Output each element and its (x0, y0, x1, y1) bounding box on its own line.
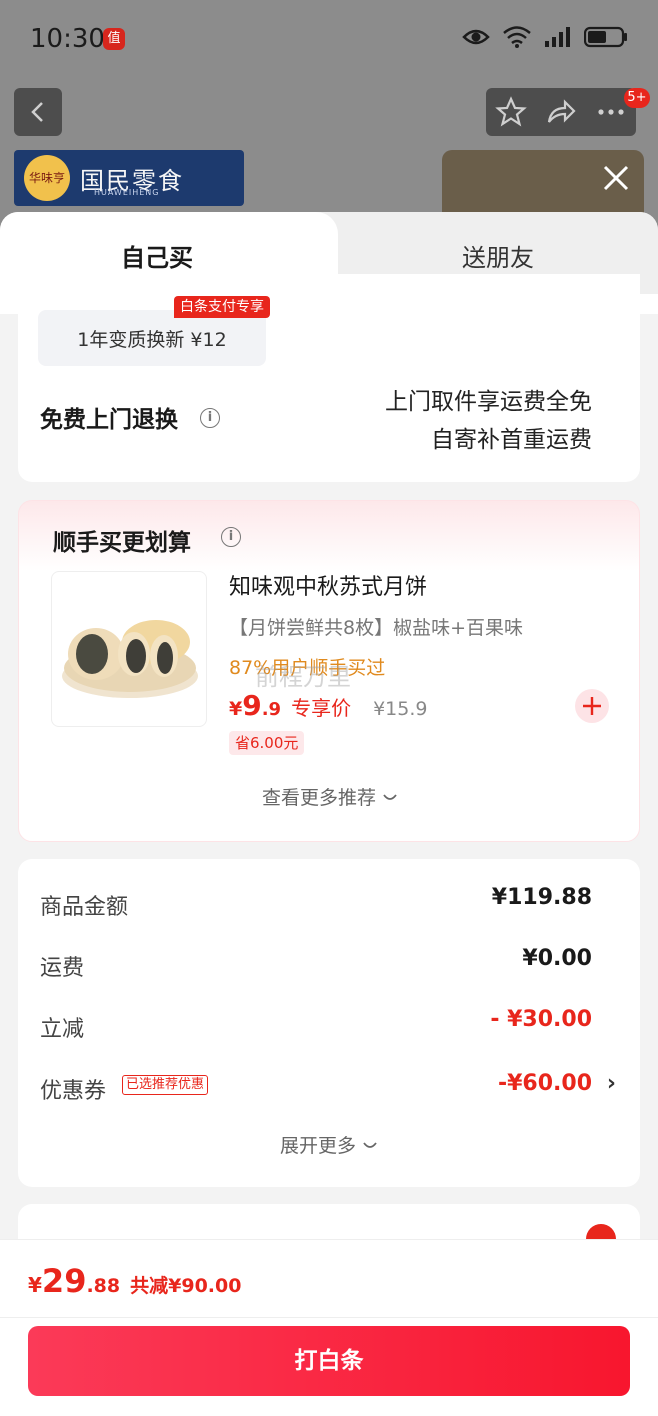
star-icon[interactable] (495, 96, 527, 128)
product-price: ¥ 9 .9 专享价 ¥15.9 (229, 689, 428, 722)
tab-buy-self-label: 自己买 (121, 244, 193, 272)
product-image[interactable] (51, 571, 207, 727)
toolbar (486, 88, 636, 136)
signal-icon (545, 27, 570, 47)
share-icon[interactable] (545, 96, 577, 128)
price-row-label: 运费 (40, 956, 85, 981)
status-bar: 10:30 值 (0, 0, 658, 80)
price-row-value: - ¥30.00 (490, 1007, 592, 1032)
price-decimal: .9 (261, 699, 282, 720)
back-button[interactable] (14, 88, 62, 136)
brand-sub: HUAWEIHENG (94, 188, 160, 197)
chevron-right-icon[interactable]: › (607, 1071, 616, 1096)
status-icons (462, 26, 628, 48)
coupon-row-value[interactable]: -¥60.00 (498, 1071, 592, 1096)
price-row-label: 商品金额 (40, 895, 129, 920)
divider (0, 1317, 658, 1318)
back-icon (31, 102, 43, 122)
info-icon[interactable]: i (200, 408, 220, 428)
message-badge: 5+ (624, 88, 650, 108)
expand-more-label: 展开更多 (279, 1135, 356, 1157)
warranty-option-label: 1年变质换新 ¥12 (77, 328, 227, 351)
savings-badge: 省6.00元 (229, 731, 305, 755)
price-original: ¥15.9 (373, 698, 428, 720)
price-row-value: ¥0.00 (522, 946, 592, 971)
eye-icon (462, 29, 490, 45)
product-name[interactable]: 知味观中秋苏式月饼 (229, 569, 427, 601)
order-total: ¥ 29 .88 共减¥90.00 (28, 1262, 241, 1300)
app-notification-icon: 值 (103, 28, 125, 50)
brand-logo: 华味亨 (24, 155, 70, 201)
checkout-bar: ¥ 29 .88 共减¥90.00 打白条 (0, 1239, 658, 1416)
product-spec: 【月饼尝鲜共8枚】椒盐味+百果味 (229, 617, 524, 639)
watermark: 前程万里 (255, 663, 351, 691)
addon-title: 顺手买更划算 (53, 530, 191, 556)
battery-icon (584, 26, 627, 48)
tab-gift-friend[interactable]: 送朋友 (338, 238, 658, 273)
total-symbol: ¥ (28, 1273, 42, 1297)
return-service-card: 1年变质换新 ¥12 白条支付专享 免费上门退换 i 上门取件享运费全免 自寄补… (18, 274, 640, 482)
warranty-option-tag: 白条支付专享 (174, 296, 270, 318)
info-icon[interactable]: i (221, 527, 241, 547)
more-recommendations[interactable]: 查看更多推荐 (19, 783, 641, 810)
status-time: 10:30 (30, 24, 105, 54)
chevron-down-icon (383, 794, 397, 800)
more-recommendations-label: 查看更多推荐 (261, 787, 376, 809)
more-icon[interactable] (595, 96, 627, 128)
return-line-pickup: 上门取件享运费全免 (385, 389, 592, 415)
price-exclusive-tag: 专享价 (291, 696, 352, 720)
expand-more[interactable]: 展开更多 (18, 1131, 640, 1158)
coupon-recommended-tag: 已选推荐优惠 (122, 1075, 209, 1095)
total-integer: 29 (41, 1262, 87, 1300)
return-line-self-send: 自寄补首重运费 (431, 427, 592, 453)
price-symbol: ¥ (229, 698, 243, 720)
price-integer: 9 (242, 689, 262, 722)
checkout-sheet: 自己买 送朋友 1年变质换新 ¥12 白条支付专享 免费上门退换 i 上门取件享… (0, 212, 658, 1416)
brand-banner: 华味亨 国民零食 HUAWEIHENG (14, 150, 244, 206)
mooncake-image (62, 620, 198, 698)
addon-card: 顺手买更划算 i 知味观中秋苏式月饼 【月饼尝鲜共8枚】椒盐味+百果味 87%用… (18, 500, 640, 842)
pay-button[interactable]: 打白条 (28, 1326, 630, 1396)
price-breakdown-card: 商品金额 ¥119.88 运费 ¥0.00 立减 - ¥30.00 优惠券 已选… (18, 859, 640, 1187)
price-row-label: 立减 (40, 1017, 85, 1042)
wifi-icon (503, 26, 531, 48)
add-to-order-button[interactable] (575, 689, 609, 723)
warranty-option[interactable]: 1年变质换新 ¥12 (38, 310, 266, 366)
close-icon[interactable] (602, 164, 630, 192)
coupon-row-label: 优惠券 (40, 1079, 107, 1104)
total-decimal: .88 (86, 1275, 121, 1297)
price-row-value: ¥119.88 (491, 885, 592, 910)
total-discount: 共减¥90.00 (130, 1275, 242, 1297)
plus-icon (583, 697, 601, 715)
return-service-title: 免费上门退换 (40, 407, 178, 433)
chevron-down-icon (363, 1142, 377, 1148)
